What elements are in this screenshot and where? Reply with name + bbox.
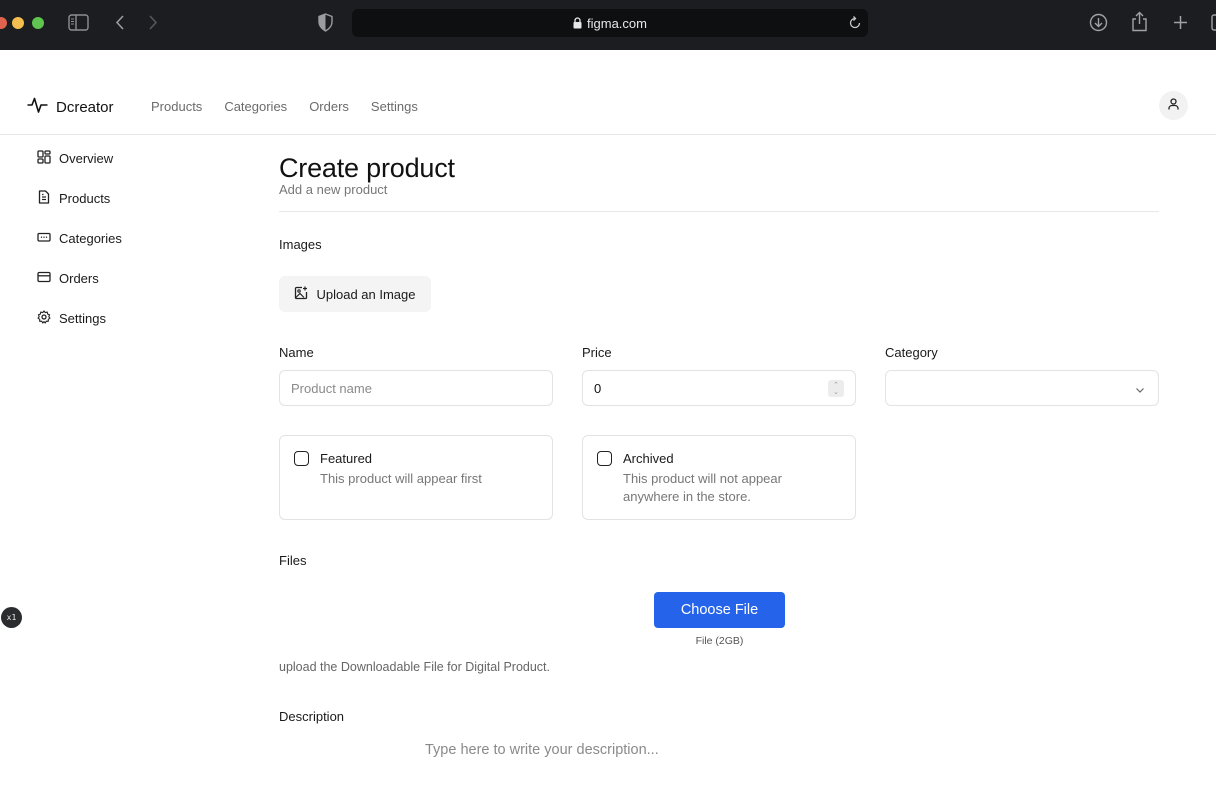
page-title: Create product xyxy=(279,153,455,183)
zoom-level-badge: x1 xyxy=(1,607,22,628)
forward-icon[interactable] xyxy=(148,14,158,31)
price-label: Price xyxy=(582,345,612,360)
chevron-down-icon[interactable]: ⌄ xyxy=(833,389,839,396)
name-label: Name xyxy=(279,345,314,360)
sidebar-item-label: Overview xyxy=(59,150,114,166)
sidebar-item-label: Products xyxy=(59,190,111,206)
brand-name: Dcreator xyxy=(56,98,114,116)
lock-icon xyxy=(573,17,582,29)
close-window-button[interactable] xyxy=(0,17,7,29)
download-icon[interactable] xyxy=(1089,13,1108,32)
category-select[interactable] xyxy=(885,370,1159,406)
sidebar-item-overview[interactable]: Overview xyxy=(37,138,197,178)
sidebar: Overview Products Categories Orders Sett… xyxy=(37,138,197,338)
chevron-up-icon[interactable]: ⌃ xyxy=(833,382,839,389)
sidebar-item-categories[interactable]: Categories xyxy=(37,218,197,258)
nav-products[interactable]: Products xyxy=(151,99,202,114)
sidebar-item-label: Orders xyxy=(59,270,99,286)
files-help-text: upload the Downloadable File for Digital… xyxy=(279,660,550,674)
sidebar-item-products[interactable]: Products xyxy=(37,178,197,218)
upload-image-button[interactable]: Upload an Image xyxy=(279,276,431,312)
url-text: figma.com xyxy=(587,15,647,31)
choose-file-button[interactable]: Choose File xyxy=(654,592,785,628)
featured-checkbox[interactable] xyxy=(294,451,309,466)
reload-icon[interactable] xyxy=(848,15,862,33)
credit-card-icon xyxy=(37,270,51,287)
file-size-hint: File (2GB) xyxy=(695,635,744,647)
new-tab-icon[interactable] xyxy=(1173,15,1188,30)
nav-categories[interactable]: Categories xyxy=(224,99,287,114)
sidebar-item-label: Categories xyxy=(59,230,122,246)
archived-description: This product will not appear anywhere in… xyxy=(623,470,782,506)
maximize-window-button[interactable] xyxy=(32,17,44,29)
back-icon[interactable] xyxy=(115,14,125,31)
archived-option: Archived This product will not appear an… xyxy=(582,435,856,520)
images-label: Images xyxy=(279,237,322,252)
category-label: Category xyxy=(885,345,938,360)
address-bar[interactable]: figma.com xyxy=(352,9,868,37)
header-divider xyxy=(279,211,1159,212)
browser-toolbar: figma.com xyxy=(0,0,1216,50)
minimize-window-button[interactable] xyxy=(12,17,24,29)
price-field: ⌃ ⌄ xyxy=(582,370,856,406)
description-label: Description xyxy=(279,709,345,724)
keyboard-icon xyxy=(37,230,51,247)
archived-checkbox[interactable] xyxy=(597,451,612,466)
share-icon[interactable] xyxy=(1131,11,1148,32)
activity-icon xyxy=(27,96,48,118)
image-plus-icon xyxy=(294,286,308,303)
archived-description-line: anywhere in the store. xyxy=(623,489,751,504)
featured-option: Featured This product will appear first xyxy=(279,435,553,520)
featured-description: This product will appear first xyxy=(320,471,482,486)
price-stepper[interactable]: ⌃ ⌄ xyxy=(828,380,844,397)
nav-orders[interactable]: Orders xyxy=(309,99,349,114)
upload-image-label: Upload an Image xyxy=(316,286,416,302)
archived-title: Archived xyxy=(623,451,674,466)
featured-title: Featured xyxy=(320,451,373,466)
name-input[interactable] xyxy=(291,380,541,396)
description-editor[interactable]: Type here to write your description... xyxy=(425,742,659,758)
top-nav: Products Categories Orders Settings xyxy=(151,99,418,114)
file-icon xyxy=(37,189,51,207)
create-product-form: Create product Add a new product Images … xyxy=(279,150,1159,758)
name-field xyxy=(279,370,553,406)
chevron-down-icon xyxy=(1135,383,1145,398)
archived-description-line: This product will not appear xyxy=(623,471,782,486)
shield-icon[interactable] xyxy=(318,13,333,32)
gear-icon xyxy=(37,309,51,327)
sidebar-item-settings[interactable]: Settings xyxy=(37,298,197,338)
sidebar-toggle-icon[interactable] xyxy=(68,14,89,31)
files-label: Files xyxy=(279,553,307,568)
price-input[interactable] xyxy=(594,380,844,396)
nav-settings[interactable]: Settings xyxy=(371,99,418,114)
tabs-overview-icon[interactable] xyxy=(1211,14,1216,31)
brand-logo[interactable]: Dcreator xyxy=(27,96,114,118)
grid-icon xyxy=(37,149,51,167)
app-header: Dcreator Products Categories Orders Sett… xyxy=(0,50,1216,135)
sidebar-item-label: Settings xyxy=(59,310,106,326)
user-avatar-button[interactable] xyxy=(1159,91,1188,120)
user-icon xyxy=(1168,97,1179,115)
sidebar-item-orders[interactable]: Orders xyxy=(37,258,197,298)
